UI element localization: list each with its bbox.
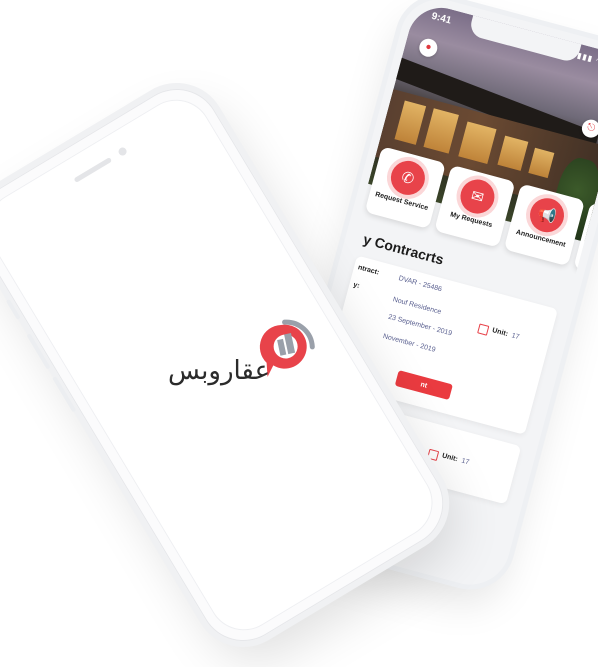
building-value: Nouf Residence (391, 296, 442, 316)
logout-icon: ⎋ (585, 121, 597, 135)
unit-value: 17 (510, 332, 521, 342)
contract-action-label: nt (419, 380, 428, 390)
end-date: November - 2019 (382, 333, 437, 354)
brand-logo: عقاروبس (168, 318, 328, 398)
unit-label: Unit: (441, 452, 459, 464)
start-date: 23 September - 2019 (387, 313, 453, 338)
mockup-stage: 9:41 ▮▮▮ ◠ ▭ ● ⎋ ✆ Request Service ✉ My … (0, 0, 598, 667)
unit-label: Unit: (491, 327, 509, 338)
building-label: y: (352, 281, 361, 290)
envelope-icon: ✉ (456, 175, 499, 218)
calendar-icon (477, 323, 490, 336)
mute-switch (5, 298, 21, 320)
volume-up-button (26, 333, 51, 370)
calendar-icon (426, 448, 440, 462)
phone-request-icon: ✆ (387, 157, 429, 199)
user-icon: ● (424, 41, 433, 54)
megaphone-icon: 📢 (526, 194, 568, 237)
front-camera (117, 146, 129, 158)
unit-value: 17 (460, 457, 470, 467)
brand-name: عقاروبس (168, 356, 271, 386)
speaker-grille (73, 157, 113, 183)
contract-label: ntract: (357, 264, 380, 277)
tile-label: Ou (577, 246, 598, 270)
contract-action-button[interactable]: nt (394, 370, 453, 401)
contract-value: DVAR - 25486 (397, 275, 443, 294)
volume-down-button (52, 376, 77, 413)
